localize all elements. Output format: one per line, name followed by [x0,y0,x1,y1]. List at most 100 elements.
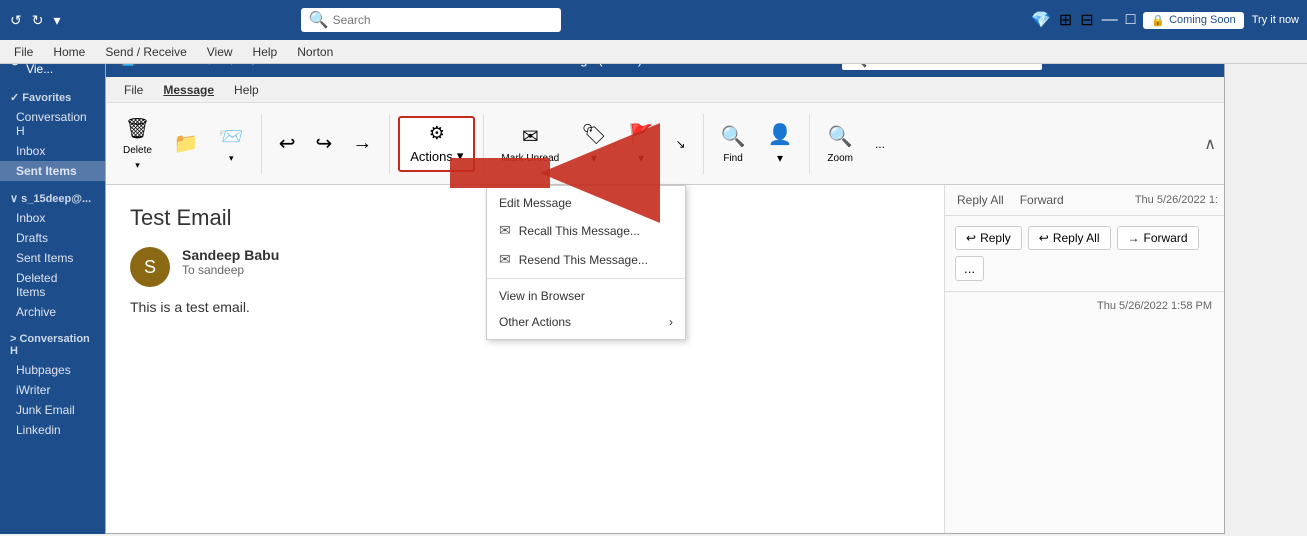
more-btn[interactable]: ... [866,116,894,172]
archive-btn[interactable]: 📁 [165,116,208,172]
recall-icon: ✉ [499,222,511,239]
menu-view[interactable]: View [199,43,241,61]
reply-label: Reply [980,231,1011,245]
try-now-link[interactable]: Try it now [1252,14,1299,26]
resend-message-item[interactable]: ✉ Resend This Message... [487,245,685,274]
undo-ribbon-icon: ↩ [279,131,296,156]
other-actions-label: Other Actions [499,315,571,329]
actions-btn[interactable]: ⚙ Actions ▾ [398,116,475,172]
sidebar-account-title[interactable]: ∨ s_15deep@... [0,189,106,208]
forward-btn[interactable]: → Forward [1117,226,1199,250]
minimize-btn[interactable]: — [1102,11,1118,29]
mark-unread-label: Mark Unread [501,153,559,164]
sidebar-account: ∨ s_15deep@... Inbox Drafts Sent Items D… [0,185,106,326]
edit-message-label: Edit Message [499,196,572,210]
sidebar-conv: > Conversation H Hubpages iWriter Junk E… [0,326,106,444]
move-icon: 📨 [219,124,244,149]
menu-bar-help[interactable]: Help [226,81,267,99]
mark-unread-icon: ✉ [522,124,539,149]
delete-icon: 🗑 [125,116,150,141]
outlook-search-bar[interactable]: 🔍 [301,8,561,32]
redo-ribbon-btn[interactable]: ↪ [306,116,341,172]
collapse-icon: ↘ [676,137,686,151]
mark-unread-btn[interactable]: ✉ Mark Unread [492,116,568,172]
sidebar-item-conv-h[interactable]: Conversation H [0,107,106,141]
sidebar-deleted[interactable]: Deleted Items [0,268,106,302]
resend-message-label: Resend This Message... [519,253,648,267]
reply-btn[interactable]: ↩ Reply [955,226,1022,250]
sidebar-sent[interactable]: Sent Items [0,248,106,268]
timestamp-ribbon: Thu 5/26/2022 1: [1135,194,1218,206]
find-btn[interactable]: 🔍 Find [712,116,755,172]
delete-btn[interactable]: 🗑 Delete ▾ [114,116,161,172]
ribbon-div1 [261,114,262,174]
sidebar-item-sent[interactable]: Sent Items [0,161,106,181]
flag-arrow: ▾ [638,151,644,165]
menu-file[interactable]: File [6,43,41,61]
flag-btn[interactable]: 🚩 ▾ [620,116,663,172]
menu-bar-message[interactable]: Message [155,81,222,99]
move-btn[interactable]: 📨 ▾ [210,116,253,172]
forward-nav-btn[interactable]: → [343,116,381,172]
dropdown-sep [487,278,685,279]
sidebar-drafts[interactable]: Drafts [0,228,106,248]
more-actions-btn[interactable]: ... [955,256,984,281]
redo-ribbon-icon: ↪ [315,131,332,156]
more-actions-icon: ... [964,261,975,276]
right-panel-ribbon: Reply All Forward Thu 5/26/2022 1: [945,185,1224,216]
reply-all-btn[interactable]: ↩ Reply All [1028,226,1111,250]
menu-help[interactable]: Help [245,43,286,61]
undo-ribbon-btn[interactable]: ↩ [270,116,305,172]
sidebar-archive[interactable]: Archive [0,302,106,322]
sidebar-hubpages[interactable]: Hubpages [0,360,106,380]
collapse-btn[interactable]: ↘ [667,116,695,172]
outlook-search-input[interactable] [333,13,553,27]
reply-icon: ↩ [966,231,976,245]
menu-home[interactable]: Home [45,43,93,61]
resend-icon: ✉ [499,251,511,268]
ribbon-delete-group: 🗑 Delete ▾ [114,116,161,172]
menu-bar-file[interactable]: File [116,81,151,99]
categorize-btn[interactable]: 🏷 ▾ [572,116,615,172]
maximize-btn[interactable]: □ [1126,11,1136,29]
forward-ribbon-label: Forward [1014,191,1070,209]
menu-send-receive[interactable]: Send / Receive [97,43,194,61]
ribbon-div5 [809,114,810,174]
customize-icon[interactable]: ▾ [51,10,62,31]
sidebar-conv-title[interactable]: > Conversation H [0,330,106,360]
reply-all-label: Reply All [1053,231,1100,245]
menu-norton[interactable]: Norton [289,43,341,61]
categorize-arrow: ▾ [591,151,597,165]
recall-message-item[interactable]: ✉ Recall This Message... [487,216,685,245]
categorize-icon: 🏷 [581,122,606,147]
outlook-menu-bar: File Home Send / Receive View Help Norto… [0,40,1307,64]
sidebar-favorites: ✓ Favorites Conversation H Inbox Sent It… [0,84,106,185]
related-btn[interactable]: 👤 ▾ [759,116,802,172]
sidebar-inbox[interactable]: Inbox [0,208,106,228]
delete-arrow: ▾ [135,160,140,171]
zoom-btn[interactable]: 🔍 Zoom [818,116,862,172]
sidebar-junk[interactable]: Junk Email [0,400,106,420]
other-actions-arrow: › [669,315,673,329]
sidebar-linkedin[interactable]: Linkedin [0,420,106,440]
view-browser-item[interactable]: View in Browser [487,283,685,309]
move-arrow: ▾ [229,153,234,164]
find-icon: 🔍 [721,124,746,149]
sidebar-item-inbox[interactable]: Inbox [0,141,106,161]
reply-all-icon: ↩ [1039,231,1049,245]
undo-icon[interactable]: ↻ [30,10,46,31]
coming-soon-icon: 🔒 [1151,14,1165,27]
refresh-icon[interactable]: ↺ [8,10,24,31]
sidebar-iwriter[interactable]: iWriter [0,380,106,400]
edit-message-item[interactable]: Edit Message [487,190,685,216]
related-arrow: ▾ [777,151,783,165]
forward-label: Forward [1144,231,1188,245]
coming-soon-badge[interactable]: 🔒 Coming Soon [1143,12,1243,29]
ribbon-collapse-btn[interactable]: ∧ [1204,134,1216,154]
reply-all-ribbon-label: Reply All [951,191,1010,209]
other-actions-item[interactable]: Other Actions › [487,309,685,335]
message-menu-bar: File Message Help [106,77,1224,103]
sidebar-favorites-title[interactable]: ✓ Favorites [0,88,106,107]
ribbon-div4 [703,114,704,174]
ribbon-nav-group: ↩ ↪ → [270,116,382,172]
